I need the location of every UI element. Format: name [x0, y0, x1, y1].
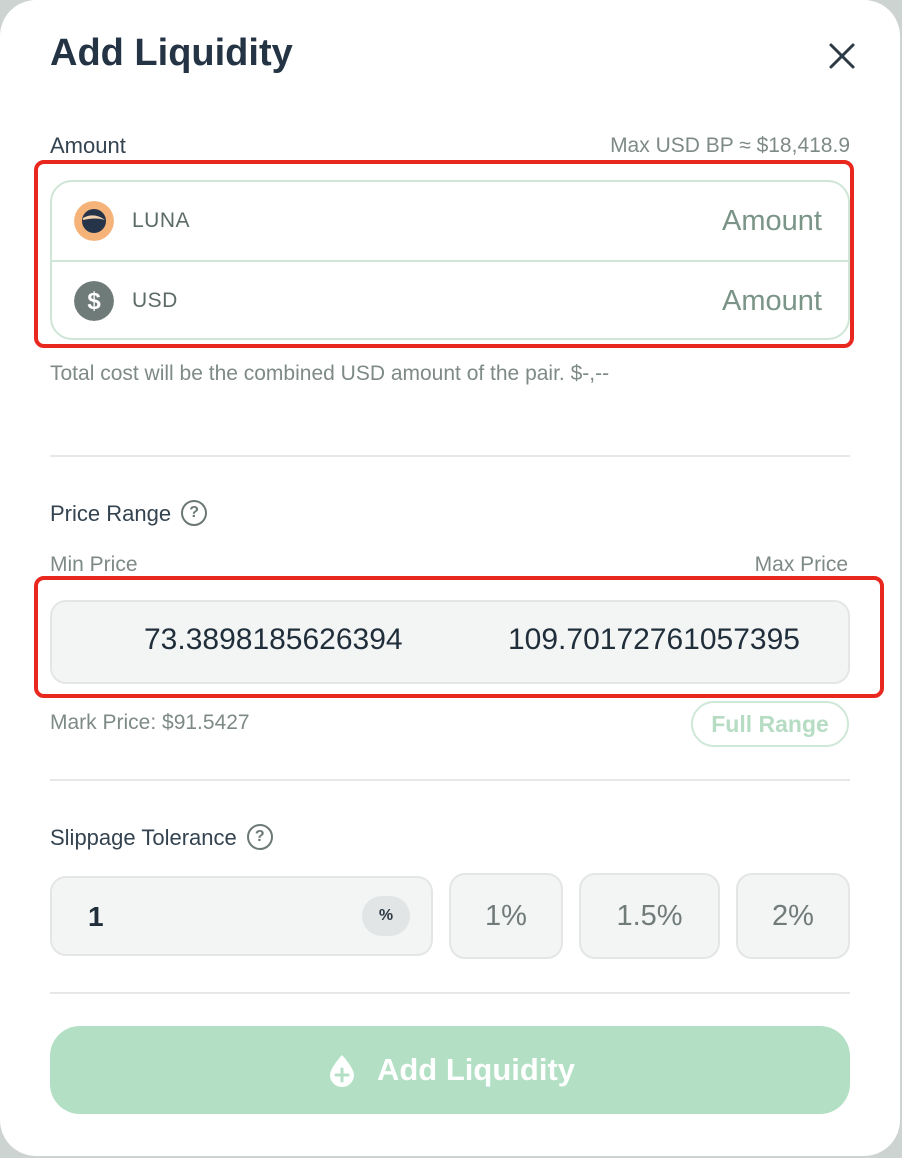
slippage-input-box: %	[50, 876, 433, 956]
divider	[50, 992, 850, 994]
price-range-inputs	[50, 600, 850, 684]
luna-token-name: LUNA	[132, 209, 191, 232]
price-range-text: Price Range	[50, 501, 172, 526]
svg-text:$: $	[87, 288, 101, 315]
amount-label: Amount	[50, 133, 126, 158]
price-range-label: Price Range?	[50, 500, 208, 528]
slippage-preset-1-5-button[interactable]: 1.5%	[579, 873, 720, 959]
liquidity-drop-icon	[329, 1055, 354, 1087]
max-price-label: Max Price	[754, 553, 848, 576]
add-liquidity-modal: Add Liquidity Amount Max USD BP ≈ $18,41…	[0, 0, 900, 1156]
max-price-input[interactable]	[506, 622, 830, 658]
usd-token-icon: $	[74, 281, 114, 321]
slippage-text: Slippage Tolerance	[50, 825, 237, 850]
max-usd-bp: Max USD BP ≈ $18,418.9	[610, 134, 850, 157]
help-icon[interactable]: ?	[181, 500, 208, 527]
amount-input-group: LUNA $ USD	[50, 180, 850, 340]
slippage-preset-1-button[interactable]: 1%	[449, 873, 563, 959]
luna-amount-row: LUNA	[52, 182, 848, 262]
slippage-preset-2-button[interactable]: 2%	[736, 873, 850, 959]
help-icon[interactable]: ?	[246, 824, 273, 851]
slippage-input[interactable]	[86, 900, 340, 934]
usd-token-name: USD	[132, 289, 178, 312]
slippage-label: Slippage Tolerance?	[50, 824, 273, 852]
full-range-button[interactable]: Full Range	[691, 701, 849, 747]
mark-price: Mark Price: $91.5427	[50, 711, 250, 734]
close-icon[interactable]	[824, 38, 860, 74]
divider	[50, 455, 850, 457]
usd-amount-input[interactable]	[520, 283, 824, 319]
total-cost-note: Total cost will be the combined USD amou…	[50, 362, 610, 385]
usd-amount-row: $ USD	[52, 262, 848, 338]
min-price-input[interactable]	[142, 622, 446, 658]
add-liquidity-label: Add Liquidity	[376, 1052, 576, 1087]
luna-amount-input[interactable]	[520, 203, 824, 239]
percent-unit-badge: %	[362, 896, 410, 936]
min-price-label: Min Price	[50, 553, 138, 576]
add-liquidity-button[interactable]: Add Liquidity	[50, 1026, 850, 1114]
luna-token-icon	[74, 201, 114, 241]
divider	[50, 779, 850, 781]
modal-title: Add Liquidity	[50, 32, 293, 74]
